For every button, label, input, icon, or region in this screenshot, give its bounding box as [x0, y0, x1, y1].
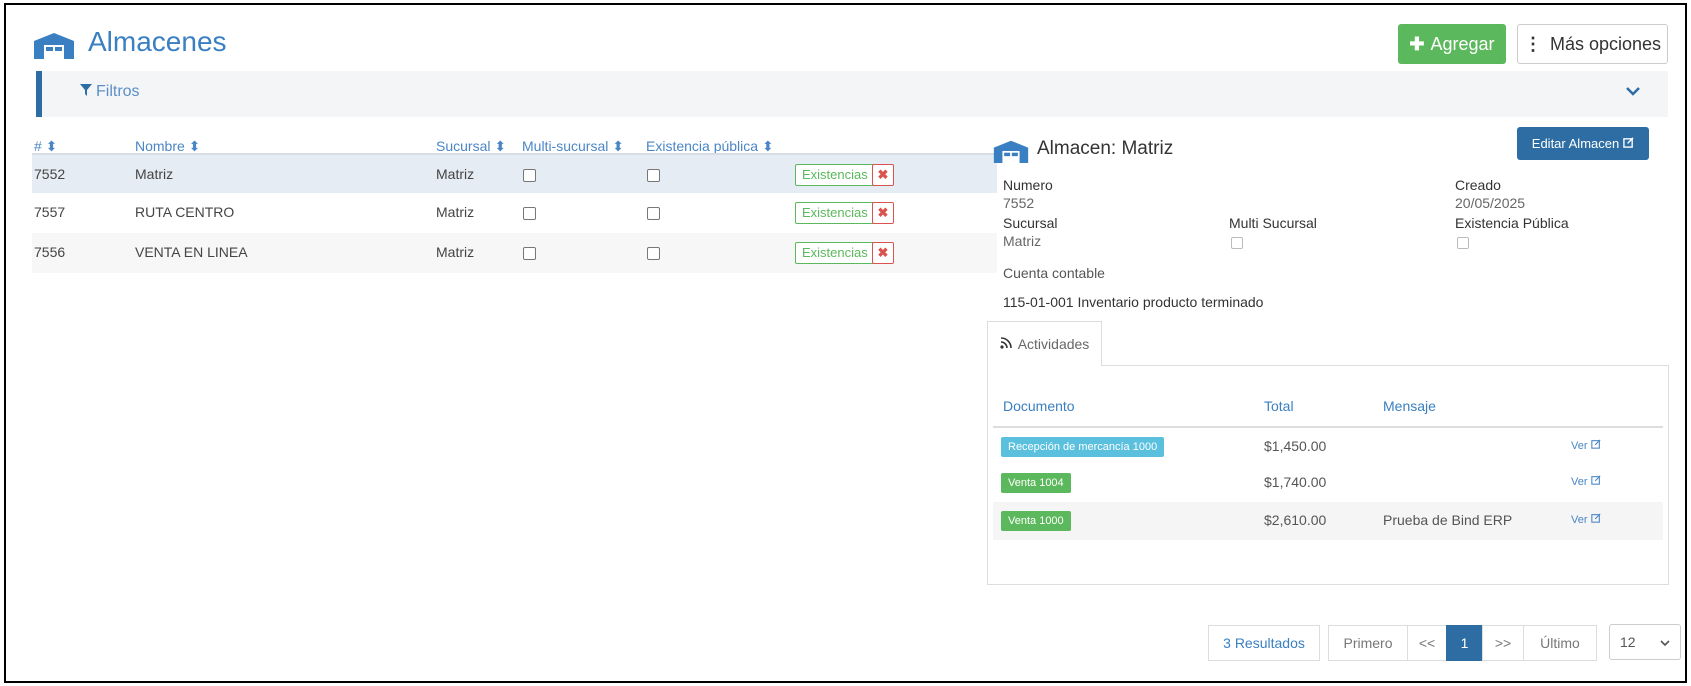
filters-bar[interactable]: Filtros	[36, 71, 1668, 117]
row-id: 7557	[34, 204, 66, 220]
sucursal-label: Sucursal	[1003, 215, 1058, 231]
pagination-next[interactable]: >>	[1482, 625, 1524, 661]
act-col-message: Mensaje	[1383, 398, 1436, 414]
page-size-value: 12	[1620, 634, 1636, 650]
pagination-first[interactable]: Primero	[1328, 625, 1408, 661]
detail-title: Almacen: Matriz	[1037, 138, 1174, 159]
plus-icon: ✚	[1409, 33, 1425, 54]
public-stock-checkbox[interactable]	[647, 169, 660, 182]
public-stock-checkbox[interactable]	[647, 247, 660, 260]
more-options-button[interactable]: ⋮ Más opciones	[1517, 24, 1668, 64]
tab-activities-label: Actividades	[1017, 336, 1090, 352]
act-col-total: Total	[1264, 398, 1294, 414]
document-badge[interactable]: Venta 1000	[1001, 511, 1071, 531]
row-name: Matriz	[135, 166, 174, 182]
row-branch: Matriz	[436, 166, 475, 182]
activity-row: Venta 1004 $1,740.00 Ver	[993, 464, 1663, 502]
activity-row: Recepción de mercancía 1000 $1,450.00 Ve…	[993, 426, 1663, 464]
pagination-current[interactable]: 1	[1446, 625, 1483, 661]
multi-branch-checkbox[interactable]	[523, 207, 536, 220]
activity-total: $1,740.00	[1264, 474, 1327, 490]
creado-label: Creado	[1455, 177, 1501, 193]
activity-message: Prueba de Bind ERP	[1383, 512, 1513, 528]
edit-warehouse-button[interactable]: Editar Almacen	[1517, 127, 1649, 160]
sucursal-value: Matriz	[1003, 233, 1042, 249]
stock-button[interactable]: Existencias	[795, 164, 875, 186]
row-name: VENTA EN LINEA	[135, 244, 248, 260]
document-badge[interactable]: Venta 1004	[1001, 473, 1071, 493]
page-frame: Almacenes ✚ Agregar ⋮ Más opciones Filtr…	[4, 3, 1687, 683]
close-icon: ✖	[877, 167, 889, 182]
close-icon: ✖	[877, 245, 889, 260]
creado-value: 20/05/2025	[1455, 195, 1526, 211]
row-branch: Matriz	[436, 204, 475, 220]
page-size-select[interactable]: 12	[1609, 624, 1681, 660]
external-edit-icon	[1623, 136, 1634, 151]
activity-total: $1,450.00	[1264, 438, 1327, 454]
activity-total: $2,610.00	[1264, 512, 1327, 528]
filters-label: Filtros	[96, 83, 140, 100]
external-link-icon	[1590, 475, 1601, 488]
multi-branch-checkbox[interactable]	[523, 247, 536, 260]
chevron-down-icon[interactable]	[1626, 83, 1640, 101]
cuenta-label: Cuenta contable	[1003, 265, 1105, 281]
multi-sucursal-checkbox	[1231, 237, 1243, 249]
external-link-icon	[1590, 439, 1601, 452]
row-id: 7552	[34, 166, 66, 182]
add-button[interactable]: ✚ Agregar	[1398, 24, 1506, 64]
activity-row: Venta 1000 $2,610.00 Prueba de Bind ERP …	[993, 502, 1663, 540]
warehouse-icon	[992, 139, 1030, 166]
numero-label: Numero	[1003, 177, 1053, 193]
vertical-ellipsis-icon: ⋮	[1523, 33, 1542, 54]
view-link[interactable]: Ver	[1571, 475, 1601, 488]
row-name: RUTA CENTRO	[135, 204, 235, 220]
tab-activities[interactable]: Actividades	[987, 321, 1102, 366]
table-row[interactable]: 7557 RUTA CENTRO Matriz Existencias ✖	[32, 193, 997, 233]
results-count: 3 Resultados	[1208, 625, 1320, 661]
close-icon: ✖	[877, 205, 889, 220]
view-link[interactable]: Ver	[1571, 513, 1601, 526]
row-branch: Matriz	[436, 244, 475, 260]
more-options-label: Más opciones	[1549, 33, 1662, 54]
filters-toggle[interactable]: Filtros	[80, 83, 140, 101]
delete-button[interactable]: ✖	[872, 202, 894, 224]
table-row[interactable]: 7556 VENTA EN LINEA Matriz Existencias ✖	[32, 233, 997, 273]
add-button-label: Agregar	[1430, 33, 1495, 54]
cuenta-value: 115-01-001 Inventario producto terminado	[1003, 294, 1264, 310]
external-link-icon	[1590, 513, 1601, 526]
pagination-last[interactable]: Último	[1523, 625, 1597, 661]
rss-icon	[1000, 336, 1012, 352]
pagination-prev[interactable]: <<	[1407, 625, 1447, 661]
document-badge[interactable]: Recepción de mercancía 1000	[1001, 437, 1165, 457]
filter-icon	[80, 83, 92, 101]
row-id: 7556	[34, 244, 66, 260]
chevron-down-icon	[1660, 634, 1670, 650]
delete-button[interactable]: ✖	[872, 164, 894, 186]
existencia-publica-label: Existencia Pública	[1455, 215, 1569, 231]
public-stock-checkbox[interactable]	[647, 207, 660, 220]
existencia-publica-checkbox	[1457, 237, 1469, 249]
multi-branch-checkbox[interactable]	[523, 169, 536, 182]
table-row[interactable]: 7552 Matriz Matriz Existencias ✖	[32, 153, 997, 193]
numero-value: 7552	[1003, 195, 1035, 211]
stock-button[interactable]: Existencias	[795, 202, 875, 224]
page-title: Almacenes	[88, 26, 227, 57]
edit-label: Editar Almacen	[1531, 136, 1620, 151]
act-col-document: Documento	[1003, 398, 1075, 414]
stock-button[interactable]: Existencias	[795, 242, 875, 264]
multi-sucursal-label: Multi Sucursal	[1229, 215, 1317, 231]
warehouse-icon	[32, 31, 76, 62]
view-link[interactable]: Ver	[1571, 439, 1601, 452]
delete-button[interactable]: ✖	[872, 242, 894, 264]
